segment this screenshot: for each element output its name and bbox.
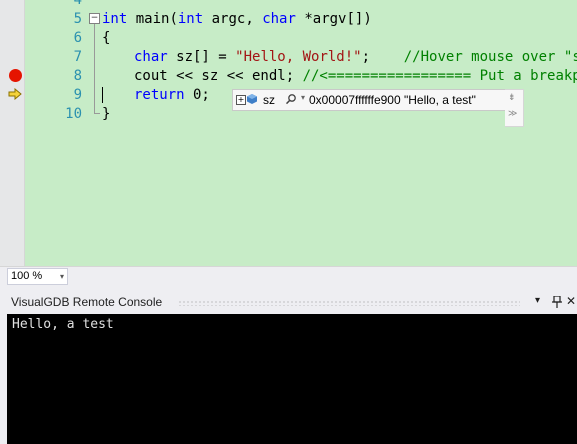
code-line[interactable]: char sz[] = "Hello, World!"; //Hover mou… <box>134 49 577 65</box>
code-line[interactable]: { <box>102 30 110 46</box>
drag-grip[interactable] <box>178 300 520 306</box>
text-caret <box>102 87 103 103</box>
fold-guide <box>94 24 95 114</box>
line-number: 8 <box>73 68 82 84</box>
console-output-area[interactable]: Hello, a test <box>7 314 577 444</box>
code-line[interactable]: int main(int argc, char *argv[]) <box>102 11 372 27</box>
datatip-value[interactable]: 0x00007ffffffe900 "Hello, a test" <box>309 93 476 107</box>
line-number: 9 <box>73 87 82 103</box>
window-menu-dropdown-icon[interactable]: ▾ <box>535 295 540 306</box>
current-statement-arrow-icon <box>8 88 22 100</box>
chevron-down-icon[interactable]: ▾ <box>60 269 64 284</box>
datatip[interactable]: + sz ▾ 0x00007ffffffe900 "Hello, a test" <box>232 89 524 111</box>
pin-icon[interactable]: ⇟ <box>508 92 516 103</box>
zoom-value: 100 % <box>11 270 43 282</box>
expand-icon[interactable]: + <box>236 95 246 105</box>
datatip-variable-name: sz <box>263 93 275 107</box>
variable-icon <box>247 94 257 104</box>
code-line[interactable]: } <box>102 106 110 122</box>
expand-comments-icon[interactable]: ≫ <box>508 108 517 119</box>
code-editor[interactable]: 4 5 6 7 8 9 10 − int main(int argc, char… <box>0 0 577 266</box>
code-line[interactable]: return 0; <box>134 87 210 103</box>
breakpoint-margin[interactable] <box>0 0 25 266</box>
line-number: 7 <box>73 49 82 65</box>
collapse-toggle-icon[interactable]: − <box>89 13 100 24</box>
datatip-pin-strip[interactable]: ⇟ ≫ <box>505 89 524 127</box>
breakpoint-icon[interactable] <box>9 69 22 82</box>
console-title: VisualGDB Remote Console <box>11 295 163 309</box>
line-number: 5 <box>73 11 82 27</box>
magnifier-icon[interactable] <box>285 93 297 105</box>
close-icon[interactable]: ✕ <box>566 294 576 308</box>
zoom-bar: 100 % ▾ <box>0 266 577 285</box>
visualizer-dropdown-icon[interactable]: ▾ <box>301 93 305 102</box>
console-output-text: Hello, a test <box>12 317 114 332</box>
console-title-bar[interactable]: VisualGDB Remote Console ▾ ✕ <box>0 293 577 313</box>
zoom-dropdown[interactable]: 100 % ▾ <box>7 268 68 285</box>
fold-guide-end <box>94 113 100 114</box>
code-line[interactable]: cout << sz << endl; //<=================… <box>134 68 577 84</box>
line-number: 10 <box>65 106 82 122</box>
line-number: 4 <box>73 0 82 8</box>
line-number: 6 <box>73 30 82 46</box>
pin-icon[interactable] <box>552 296 562 309</box>
